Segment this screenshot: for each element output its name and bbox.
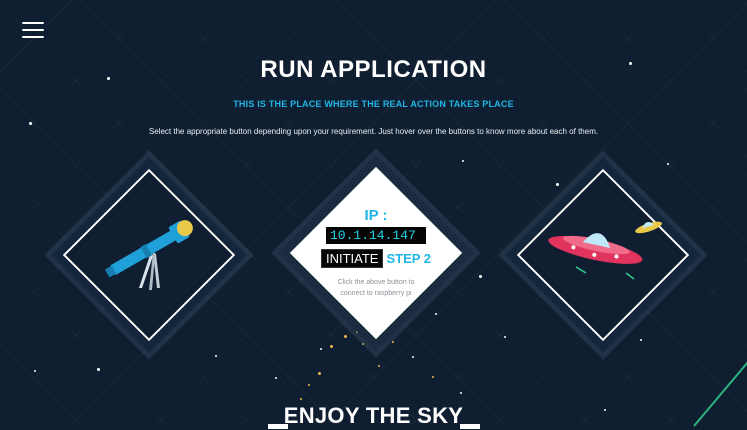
star (479, 275, 482, 278)
initiate-row: INITIATE STEP 2 (320, 249, 432, 268)
page-description: Select the appropriate button depending … (148, 127, 599, 136)
ip-label: IP : (364, 207, 388, 224)
page-subtitle: THIS IS THE PLACE WHERE THE REAL ACTION … (233, 99, 514, 109)
star (97, 368, 100, 371)
footer-bar-right (460, 424, 480, 429)
sparkle (378, 365, 380, 367)
star (504, 336, 506, 338)
star (215, 355, 217, 357)
sparkle (300, 398, 302, 400)
star (34, 370, 36, 372)
telescope-icon (104, 220, 193, 290)
sparkle (318, 372, 321, 375)
connect-card: IP : 10.1.14.147 INITIATE STEP 2 Click t… (271, 148, 481, 358)
ufo-card[interactable] (498, 150, 708, 360)
page-title: RUN APPLICATION (260, 56, 487, 83)
star (29, 122, 32, 125)
connect-card-content: IP : 10.1.14.147 INITIATE STEP 2 Click t… (281, 158, 471, 348)
initiate-button[interactable]: INITIATE (320, 249, 384, 268)
sparkle (460, 392, 462, 394)
connect-hint: Click the above button to connect to ras… (337, 279, 415, 297)
sparkle (412, 356, 414, 358)
sparkle (432, 376, 434, 378)
footer-title: ENJOY THE SKY (283, 403, 464, 428)
footer-bar-left (268, 424, 288, 429)
ufo-icon (548, 221, 662, 280)
sparkle (320, 348, 322, 350)
star (275, 377, 277, 379)
sparkle (308, 384, 310, 386)
telescope-card[interactable] (44, 150, 254, 360)
hamburger-menu-icon[interactable] (22, 22, 44, 38)
step-label: STEP 2 (386, 251, 432, 266)
ip-address-value: 10.1.14.147 (326, 227, 426, 244)
